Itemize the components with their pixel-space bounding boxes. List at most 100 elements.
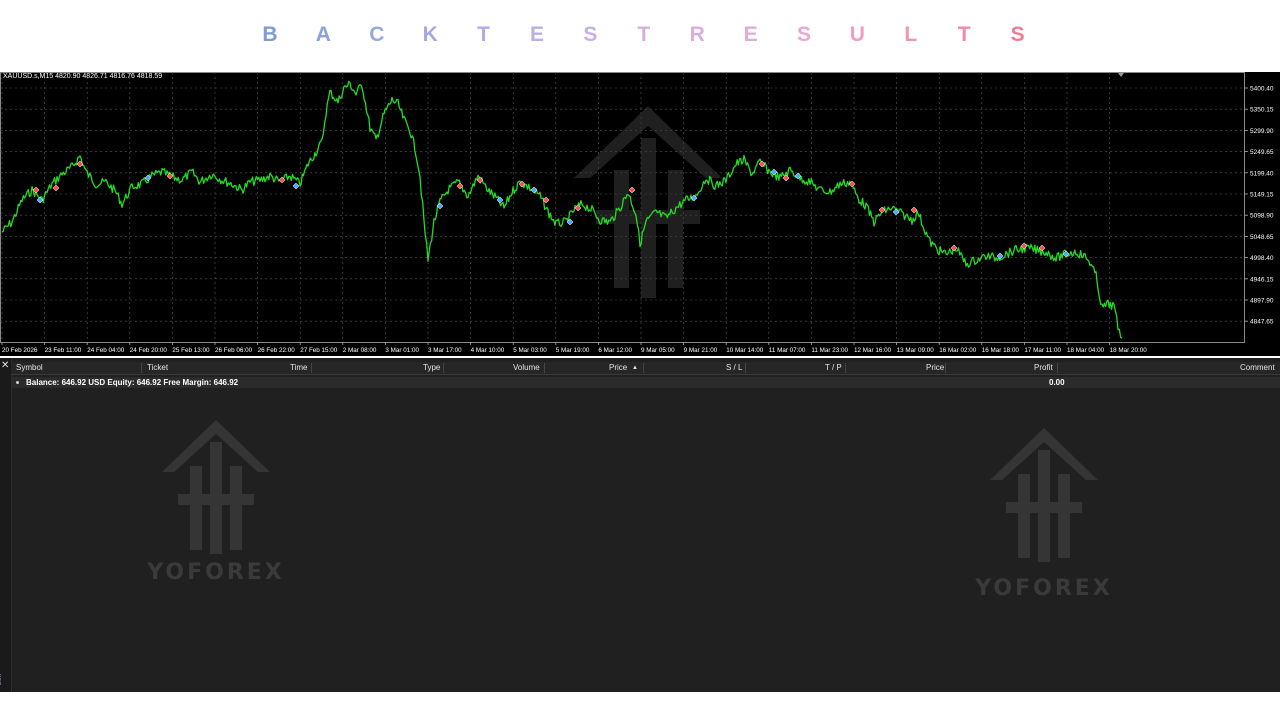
column-divider [311, 363, 312, 373]
col-time[interactable]: Time [290, 362, 307, 374]
col-type[interactable]: Type [423, 362, 440, 374]
col-ticket[interactable]: Ticket [147, 362, 168, 374]
time-label: 16 Mar 18:00 [982, 347, 1020, 354]
time-label: 16 Mar 02:00 [939, 347, 977, 354]
column-divider [544, 363, 545, 373]
trade-marker-icon [292, 182, 300, 190]
trade-marker-icon [628, 186, 636, 194]
col-tp[interactable]: T / P [825, 362, 842, 374]
title-letter: T [957, 23, 971, 46]
page-title: BACKTESTRESULTS [0, 0, 1280, 70]
trade-table-header: Symbol Ticket Time Type Volume Price ▲ S… [11, 362, 1280, 375]
title-letter: T [637, 23, 651, 46]
title-letter: T [477, 23, 490, 46]
column-divider [745, 363, 746, 373]
time-label: 11 Mar 23:00 [811, 347, 848, 354]
price-label: 5149.15 [1250, 192, 1274, 199]
time-label: 3 Mar 17:00 [428, 347, 462, 354]
title-letter: S [583, 23, 598, 46]
time-label: 9 Mar 21:00 [684, 347, 718, 354]
title-letter: S [1010, 23, 1025, 46]
price-label: 5098.90 [1250, 213, 1274, 220]
time-label: 5 Mar 03:00 [513, 347, 547, 354]
time-label: 18 Mar 04:00 [1067, 347, 1105, 354]
col-sl[interactable]: S / L [726, 362, 742, 374]
trade-marker-icon [52, 184, 60, 192]
watermark-brand-right: YOFOREX [975, 576, 1113, 601]
price-series-line [1, 80, 1123, 339]
trade-marker-icon [950, 244, 958, 252]
time-label: 11 Mar 07:00 [769, 347, 806, 354]
price-label: 5048.65 [1250, 234, 1274, 241]
trade-marker-icon [892, 208, 900, 216]
yoforex-logo-icon [162, 420, 270, 554]
time-label: 24 Feb 20:00 [130, 347, 168, 354]
title-letter: K [422, 23, 438, 46]
price-label: 4897.90 [1250, 298, 1274, 305]
col-volume[interactable]: Volume [513, 362, 540, 374]
column-divider [1057, 363, 1058, 373]
price-label: 5350.15 [1250, 107, 1274, 114]
trade-marker-icon [530, 186, 538, 194]
column-divider [643, 363, 644, 373]
time-label: 5 Mar 19:00 [556, 347, 590, 354]
time-label: 13 Mar 09:00 [897, 347, 935, 354]
chart-shift-icon [1118, 73, 1124, 77]
time-label: 9 Mar 05:00 [641, 347, 675, 354]
watermark-left: YOFOREX [147, 418, 282, 585]
time-label: 23 Feb 11:00 [45, 347, 82, 354]
time-label: 17 Mar 11:00 [1024, 347, 1061, 354]
time-label: 18 Mar 20:00 [1110, 347, 1148, 354]
balance-profit: 0.00 [1049, 378, 1065, 387]
watermark-brand-left: YOFOREX [147, 560, 285, 585]
row-bullet-icon [16, 381, 19, 384]
time-label: 3 Mar 01:00 [385, 347, 419, 354]
watermark-right: YOFOREX [975, 426, 1110, 601]
title-letter: S [796, 23, 811, 46]
col-price-current[interactable]: Price [926, 362, 944, 374]
column-divider [945, 363, 946, 373]
time-label: 12 Mar 16:00 [854, 347, 892, 354]
chart-canvas: 5400.40 5350.15 5299.90 5249.65 5199.40 5149.… [0, 72, 1274, 354]
trade-marker-icon [496, 196, 504, 204]
price-label: 5400.40 [1250, 86, 1274, 93]
price-chart[interactable]: 5400.40 5350.15 5299.90 5249.65 5199.40 5149.… [0, 72, 1280, 356]
sort-ascending-icon: ▲ [632, 365, 638, 371]
price-label: 5199.40 [1250, 170, 1274, 177]
balance-summary: Balance: 646.92 USD Equity: 646.92 Free … [26, 378, 239, 387]
time-label: 27 Feb 15:00 [300, 347, 338, 354]
price-label: 5299.90 [1250, 128, 1274, 135]
title-letter: E [529, 23, 544, 46]
time-label: 4 Mar 10:00 [471, 347, 505, 354]
time-label: 26 Feb 22:00 [258, 347, 296, 354]
col-symbol[interactable]: Symbol [16, 362, 43, 374]
yoforex-logo-icon [990, 428, 1098, 562]
time-label: 20 Feb 2026 [2, 347, 38, 354]
title-letter: R [689, 23, 705, 46]
toolbox-side-strip: ✕ box [0, 358, 12, 692]
price-label: 5249.65 [1250, 149, 1274, 156]
time-label: 10 Mar 14:00 [726, 347, 764, 354]
time-label: 2 Mar 08:00 [343, 347, 377, 354]
title-letter: U [849, 23, 865, 46]
col-profit[interactable]: Profit [1034, 362, 1053, 374]
time-label: 6 Mar 12:00 [598, 347, 632, 354]
column-divider [141, 363, 142, 373]
column-divider [845, 363, 846, 373]
title-letter: E [743, 23, 758, 46]
col-price[interactable]: Price [609, 362, 627, 374]
time-label: 26 Feb 06:00 [215, 347, 253, 354]
toolbox-label[interactable]: box [0, 674, 3, 685]
title-letter: C [369, 23, 385, 46]
column-divider [443, 363, 444, 373]
balance-row[interactable]: Balance: 646.92 USD Equity: 646.92 Free … [11, 377, 1280, 388]
symbol-info: XAUUSD.s,M15 4820.90 4826.71 4816.76 481… [3, 73, 163, 80]
title-letter: B [262, 23, 278, 46]
title-letter: L [904, 23, 918, 46]
chart-watermark-logo-icon [574, 106, 722, 298]
col-comment[interactable]: Comment [1240, 362, 1275, 374]
terminal-panel: YOFOREX YOFOREX ✕ box Symbol Ticket Time… [0, 358, 1280, 692]
time-label: 25 Feb 13:00 [172, 347, 210, 354]
price-label: 4998.40 [1250, 255, 1274, 262]
close-icon[interactable]: ✕ [1, 361, 9, 371]
